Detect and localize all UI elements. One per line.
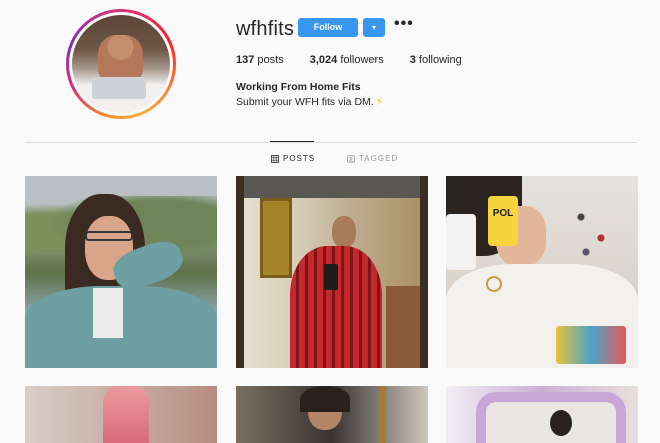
follow-button[interactable]: Follow: [298, 18, 358, 37]
post-thumbnail[interactable]: POL: [446, 176, 638, 368]
photo-tshirt: [93, 288, 123, 338]
avatar-person: [98, 35, 143, 83]
photo-ceiling: [236, 176, 428, 198]
suggested-dropdown-button[interactable]: ▾: [363, 18, 385, 37]
photo-phone: [324, 264, 338, 290]
tagged-icon: [347, 154, 355, 163]
bio-name: Working From Home Fits: [236, 81, 361, 93]
avatar-gap: [69, 12, 173, 116]
post-thumbnail[interactable]: [236, 386, 428, 443]
avatar-photo: [72, 15, 170, 113]
following-count-value: 3: [409, 54, 416, 66]
tab-tagged[interactable]: TAGGED: [347, 154, 398, 163]
lightning-icon: ⚡: [375, 96, 384, 108]
photo-person-hair: [300, 386, 350, 412]
following-count-label: following: [418, 54, 462, 66]
photo-necklace: [486, 276, 502, 292]
photo-cabinet: [386, 286, 420, 368]
followers-link[interactable]: 3,024 followers: [310, 54, 384, 66]
phone-case-text: POL: [492, 208, 514, 219]
post-thumbnail[interactable]: [25, 176, 217, 368]
photo-mirror-frame: [236, 176, 244, 368]
bio-text-content: Submit your WFH fits via DM.: [236, 96, 374, 108]
photo-wall-art: [566, 196, 616, 266]
photo-stickers: [556, 326, 626, 364]
photo-person-head: [550, 410, 572, 436]
photo-mirror-frame: [380, 386, 386, 443]
following-link[interactable]: 3 following: [410, 54, 462, 66]
posts-count: 137 posts: [236, 54, 284, 66]
photo-person-head: [332, 216, 356, 248]
followers-count-label: followers: [340, 54, 384, 66]
more-options-icon[interactable]: •••: [394, 15, 414, 33]
photo-mug: [446, 214, 476, 270]
active-tab-indicator: [270, 141, 314, 142]
profile-username: wfhfits: [236, 18, 295, 40]
photo-phone-case: POL: [488, 196, 518, 246]
post-thumbnail[interactable]: [446, 386, 638, 443]
photo-sock: [103, 386, 149, 443]
tab-posts[interactable]: POSTS: [271, 154, 315, 163]
profile-stats: 137 posts 3,024 followers 3 following: [236, 54, 488, 66]
bio-text: Submit your WFH fits via DM. ⚡: [236, 96, 383, 108]
tab-divider: [25, 142, 637, 143]
photo-painting: [260, 198, 292, 278]
photo-person-glasses: [85, 231, 133, 241]
followers-count-value: 3,024: [309, 54, 338, 66]
photo-mirror-frame-right: [420, 176, 428, 368]
tab-tagged-label: TAGGED: [359, 154, 399, 163]
tab-posts-label: POSTS: [283, 154, 316, 163]
post-thumbnail[interactable]: [236, 176, 428, 368]
posts-count-label: posts: [257, 54, 284, 66]
post-thumbnail[interactable]: [25, 386, 217, 443]
profile-avatar[interactable]: [66, 9, 176, 119]
posts-count-value: 137: [236, 54, 255, 66]
grid-icon: [271, 154, 279, 163]
avatar-laptop: [92, 77, 146, 99]
